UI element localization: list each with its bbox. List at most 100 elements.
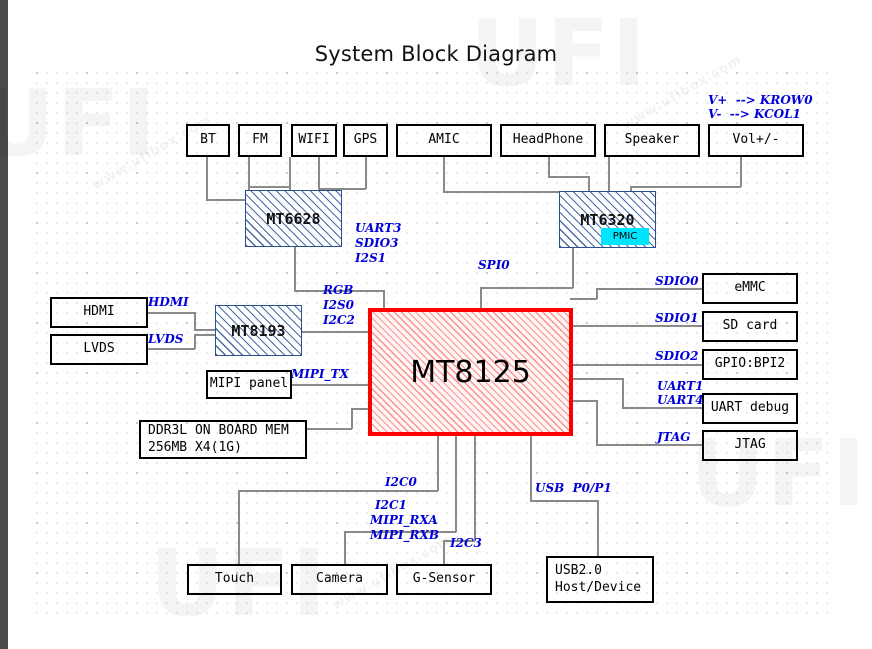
net-label-sdio0: SDIO0 — [655, 274, 699, 288]
wire-jtag-v — [596, 400, 598, 445]
block-fm[interactable]: FM — [238, 124, 282, 157]
block-gps[interactable]: GPS — [343, 124, 388, 157]
wire-lvds-h — [148, 348, 195, 350]
net-label-kcol1: V- --> KCOL1 — [708, 107, 801, 121]
wire-hdmi-h — [148, 312, 195, 314]
wire-amic-h — [443, 191, 573, 193]
block-label: SD card — [722, 318, 778, 334]
wire-touch-h — [238, 490, 438, 492]
block-emmc[interactable]: eMMC — [702, 273, 798, 304]
wire-lvds-v — [194, 334, 196, 349]
wire-usb-v2 — [597, 500, 599, 557]
wire-fm-h — [248, 186, 290, 188]
block-label: Vol+/- — [732, 132, 780, 148]
block-label: HDMI — [83, 304, 115, 320]
left-edge-bar — [0, 0, 8, 649]
block-wifi[interactable]: WIFI — [291, 124, 337, 157]
wire-fm — [248, 157, 250, 193]
wire-mipi-panel — [292, 384, 370, 386]
wire-gps — [365, 157, 367, 189]
block-gpio-bpi2[interactable]: GPIO:BPI2 — [702, 349, 798, 380]
net-label-hdmi: HDMI — [148, 295, 189, 309]
block-ddr-memory[interactable]: DDR3L ON BOARD MEM 256MB X4(1G) — [139, 420, 307, 459]
wire-gsensor-v1 — [474, 436, 476, 541]
block-headphone[interactable]: HeadPhone — [500, 124, 596, 157]
wire-ddr-h — [307, 428, 352, 430]
block-label: USB2.0 Host/Device — [555, 563, 642, 595]
block-label: MIPI panel — [209, 376, 289, 392]
block-label: Touch — [214, 571, 255, 587]
wire-combo-down — [294, 247, 296, 291]
net-label-spi0: SPI0 — [478, 258, 510, 272]
block-label: JTAG — [734, 437, 766, 453]
wire-gsensor-v2 — [443, 540, 445, 565]
net-label-i2s0: I2S0 — [323, 298, 354, 312]
wire-touch-v2 — [238, 490, 240, 565]
wire-camera-v2 — [344, 531, 346, 565]
wire-bt — [206, 157, 208, 200]
chip-mt8125[interactable]: MT8125 — [368, 308, 573, 436]
block-amic[interactable]: AMIC — [396, 124, 492, 157]
block-touch[interactable]: Touch — [187, 564, 282, 595]
block-bt[interactable]: BT — [186, 124, 230, 157]
block-lvds[interactable]: LVDS — [50, 334, 148, 365]
chip-label: MT6628 — [266, 209, 321, 228]
net-label-i2c3: I2C3 — [450, 536, 482, 550]
net-label-i2s1: I2S1 — [355, 251, 386, 265]
block-hdmi[interactable]: HDMI — [50, 297, 148, 328]
wire-emmc-h1 — [570, 298, 597, 300]
wire-pmic-h — [480, 287, 573, 289]
block-label: AMIC — [428, 132, 460, 148]
block-label: UART debug — [710, 400, 790, 416]
block-jtag[interactable]: JTAG — [702, 430, 798, 461]
wire-touch-v1 — [437, 436, 439, 491]
page-title: System Block Diagram — [314, 42, 558, 66]
block-speaker[interactable]: Speaker — [604, 124, 700, 157]
net-label-usb: USB P0/P1 — [535, 481, 612, 495]
wire-pmic-down — [572, 248, 574, 288]
net-label-mipi-rxb: MIPI_RXB — [370, 528, 439, 542]
wire-uart-h1 — [570, 378, 623, 380]
block-label: Speaker — [624, 132, 680, 148]
block-uart-debug[interactable]: UART debug — [702, 393, 798, 424]
wire-headphone-h — [548, 176, 589, 178]
wire-gpio-h — [570, 364, 702, 366]
chip-label: MT8193 — [231, 321, 286, 340]
net-label-i2c0: I2C0 — [385, 475, 417, 489]
chip-mt6628[interactable]: MT6628 — [245, 190, 342, 247]
wire-jtag-h2 — [596, 444, 702, 446]
block-sd-card[interactable]: SD card — [702, 311, 798, 342]
wire-wifi — [289, 157, 291, 193]
wire-emmc-v — [596, 288, 598, 299]
wire-jtag-h1 — [570, 400, 597, 402]
net-label-sdio1: SDIO1 — [655, 311, 699, 325]
net-label-uart4: UART4 — [657, 393, 704, 407]
wire-hdmi-v — [194, 312, 196, 330]
net-label-uart3: UART3 — [355, 221, 402, 235]
block-label: GPIO:BPI2 — [714, 356, 786, 372]
block-label: HeadPhone — [512, 132, 584, 148]
net-label-sdio3: SDIO3 — [355, 236, 399, 250]
chip-mt8193[interactable]: MT8193 — [215, 305, 302, 356]
block-label: LVDS — [83, 341, 115, 357]
wire-usb-h — [530, 500, 598, 502]
wire-camera-v1 — [455, 436, 457, 532]
wire-emmc-h2 — [596, 288, 702, 290]
wire-amic — [443, 157, 445, 192]
net-label-sdio2: SDIO2 — [655, 349, 699, 363]
watermark-brand: UFI — [0, 70, 158, 177]
block-usb[interactable]: USB2.0 Host/Device — [546, 556, 654, 603]
block-g-sensor[interactable]: G-Sensor — [396, 564, 492, 595]
net-label-i2c1: I2C1 — [375, 498, 407, 512]
wire-sd-h2 — [622, 325, 702, 327]
wire-bridge-to-soc — [300, 331, 370, 333]
wire-uart-h2 — [622, 407, 702, 409]
block-volume[interactable]: Vol+/- — [708, 124, 804, 157]
block-mipi-panel[interactable]: MIPI panel — [206, 370, 292, 399]
wire-sd-h1 — [570, 325, 623, 327]
block-camera[interactable]: Camera — [291, 564, 388, 595]
net-label-krow0: V+ --> KROW0 — [708, 93, 813, 107]
wire-headphone — [548, 157, 550, 177]
net-label-uart1: UART1 — [657, 379, 704, 393]
block-label: FM — [252, 132, 268, 148]
